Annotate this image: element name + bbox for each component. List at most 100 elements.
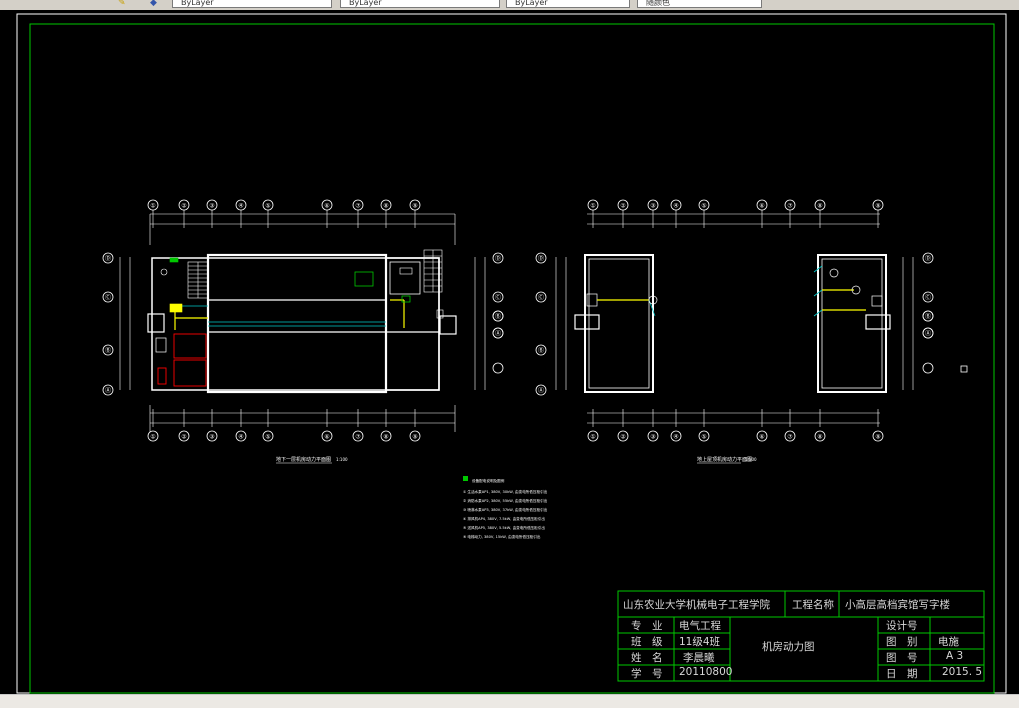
sheet-no-label: 图 号 [886,652,918,664]
project-name: 小高层高档宾馆写字楼 [845,599,950,611]
category-label: 图 别 [886,636,918,648]
axis-bubble: Ⓑ [102,344,114,356]
axis-bubble: ③ [206,430,218,442]
axis-bubble: ⑧ [814,430,826,442]
student-id-value: 20110800 [679,666,733,678]
svg-text:③: ③ [650,203,655,210]
right-floor-plan[interactable] [555,210,968,427]
axis-bubble [922,362,934,374]
lineweight-dropdown[interactable]: ByLayer [506,0,630,8]
axis-bubble: ④ [235,199,247,211]
axis-bubble: ⑥ [321,199,333,211]
project-label: 工程名称 [792,599,834,611]
axis-bubble: ⑧ [814,199,826,211]
layer-dropdown[interactable]: ByLayer [172,0,332,8]
svg-text:③: ③ [650,434,655,441]
axis-bubble: ⑧ [380,199,392,211]
svg-text:⑨: ⑨ [412,434,417,441]
axis-bubble: ⑥ [756,199,768,211]
axis-bubble: ⑤ [698,199,710,211]
svg-text:Ⓐ: Ⓐ [105,387,111,395]
axis-bubble: Ⓒ [535,291,547,303]
svg-text:⑦: ⑦ [355,434,361,441]
svg-text:Ⓑ: Ⓑ [105,347,111,355]
legend-item: ⑤ 送风机AP5, 380V, 5.5kW, 由变电所低压柜引出 [463,525,545,530]
date-value: 2015. 5 [942,666,983,678]
equipment-legend: 设备配电说明及图例 ① 生活水泵AP1, 380V, 30kW, 由变电所低压柜… [463,476,548,539]
linetype-dropdown[interactable]: ByLayer [340,0,500,8]
student-name-value: 李晨曦 [683,652,715,664]
legend-title: 设备配电说明及图例 [472,478,505,483]
svg-text:⑦: ⑦ [787,203,793,210]
axis-bubble: ⑦ [352,430,364,442]
layer-properties-icon[interactable]: ✎ [118,0,128,8]
svg-text:①: ① [150,203,155,210]
axis-bubble: ⑥ [756,430,768,442]
axis-bubble: ④ [235,430,247,442]
svg-text:⑤: ⑤ [701,434,706,441]
svg-text:⑤: ⑤ [265,434,270,441]
svg-text:Ⓐ: Ⓐ [925,330,931,338]
axis-bubble: ⑨ [409,199,421,211]
svg-text:④: ④ [238,203,243,210]
svg-text:Ⓐ: Ⓐ [495,330,501,338]
plotstyle-dropdown[interactable]: 随颜色 [637,0,762,8]
axis-bubble: Ⓓ [492,252,504,264]
axis-bubble: ② [617,199,629,211]
legend-item: ③ 喷淋水泵AP3, 380V, 37kW, 由变电所低压柜引出 [463,507,548,512]
legend-item: ② 消防水泵AP2, 380V, 55kW, 由变电所低压柜引出 [463,498,548,503]
svg-text:⑦: ⑦ [787,434,793,441]
right-plan-scale: 1:100 [745,457,757,462]
category-value: 电施 [938,636,959,648]
svg-text:①: ① [590,434,595,441]
axis-bubble: Ⓒ [102,291,114,303]
legend-item: ④ 排风机AP4, 380V, 7.5kW, 由变电所低压柜引出 [463,516,545,521]
axis-bubble: Ⓐ [102,384,114,396]
axis-bubble: Ⓑ [535,344,547,356]
design-no-label: 设计号 [886,620,918,632]
svg-text:②: ② [181,434,187,441]
svg-text:Ⓓ: Ⓓ [925,255,931,263]
svg-text:Ⓒ: Ⓒ [105,294,111,302]
svg-text:②: ② [181,203,187,210]
class-label: 班 级 [631,636,663,648]
svg-text:②: ② [620,434,626,441]
axis-bubble: ⑦ [352,199,364,211]
svg-text:Ⓓ: Ⓓ [495,255,501,263]
axis-bubble: ⑦ [784,199,796,211]
axis-bubble: ② [617,430,629,442]
svg-text:⑨: ⑨ [875,434,880,441]
student-id-label: 学 号 [631,668,663,680]
drawing-canvas[interactable]: ① ② ③ ④ ⑤ ⑥ ⑦ ⑧ ⑨ ① ② ③ ④ ⑤ ⑥ ⑦ ⑧ ⑨ ① ② ③ ④ ⑤ ⑥ ⑦ ⑧ ⑨ ① ② ③ ④ ⑤ ⑥ ⑦ ⑧ ⑨ Ⓓ Ⓒ Ⓑ Ⓐ… [0,10,1019,694]
axis-bubble: ① [147,430,159,442]
svg-text:⑥: ⑥ [324,203,329,210]
axis-bubble: ⑧ [380,430,392,442]
svg-text:Ⓒ: Ⓒ [495,294,501,302]
svg-text:①: ① [150,434,155,441]
svg-text:④: ④ [673,434,678,441]
layer-previous-icon[interactable]: ◆ [150,0,160,8]
svg-text:⑤: ⑤ [265,203,270,210]
class-value: 11级4班 [679,636,721,648]
svg-text:⑧: ⑧ [817,434,822,441]
status-bar [0,694,1019,708]
left-floor-plan[interactable] [119,210,486,432]
axis-bubble: ② [178,199,190,211]
svg-text:④: ④ [238,434,243,441]
axis-bubble: ③ [206,199,218,211]
left-plan-scale: 1:100 [336,457,348,462]
axis-bubble: ⑤ [262,199,274,211]
left-plan-caption: 地下一层机房动力平面图 [276,456,331,463]
major-label: 专 业 [631,620,663,632]
svg-text:⑧: ⑧ [817,203,822,210]
axis-bubble: ⑨ [409,430,421,442]
axis-bubble: ① [587,430,599,442]
legend-item: ⑥ 电梯动力, 380V, 15kW, 由变电所低压柜引出 [463,534,541,539]
axis-bubble: ③ [647,430,659,442]
svg-text:④: ④ [673,203,678,210]
axis-bubble: ④ [670,430,682,442]
axis-bubble [492,362,504,374]
axis-bubble: ⑦ [784,430,796,442]
axis-bubble: ⑤ [698,430,710,442]
svg-text:⑤: ⑤ [701,203,706,210]
